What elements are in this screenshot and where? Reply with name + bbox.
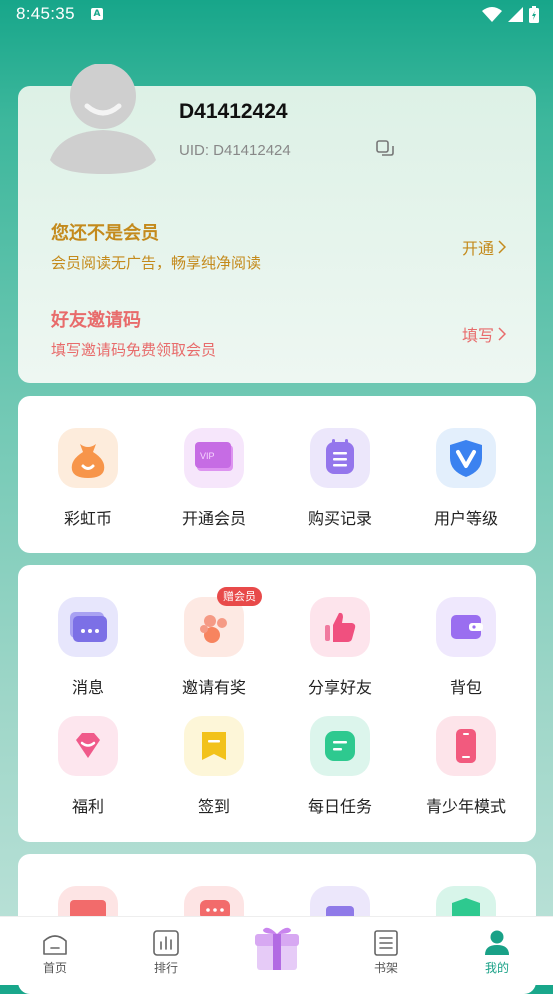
grid-label: 签到	[197, 797, 230, 816]
grid-label: 每日任务	[307, 797, 372, 816]
grid-item-teen-mode[interactable]: 青少年模式	[403, 716, 529, 817]
grid-label: 分享好友	[307, 678, 372, 697]
gift-vip-badge: 赠会员	[217, 587, 262, 606]
thumbs-up-icon	[310, 597, 370, 657]
nav-item-mine[interactable]: 我的	[442, 917, 552, 976]
grid-label: 彩虹币	[63, 509, 112, 528]
shield-v-icon	[436, 428, 496, 488]
grid-item-daily-task[interactable]: 每日任务	[277, 716, 403, 817]
grid-item-invite-reward[interactable]: 邀请有奖	[151, 597, 277, 698]
fill-invite-code-link[interactable]: 填写	[462, 322, 506, 346]
nav-item-ranking[interactable]: 排行	[111, 917, 221, 976]
grid-item-backpack[interactable]: 背包	[403, 597, 529, 698]
status-time: 8:45:35	[16, 4, 75, 23]
copy-icon[interactable]	[376, 140, 394, 158]
grid-label: 邀请有奖	[181, 678, 246, 697]
nav-label: 排行	[153, 961, 178, 975]
fill-invite-label: 填写	[461, 326, 494, 345]
profile-card: D41412424 UID: D41412424 您还不是会员 会员阅读无广告，…	[18, 64, 536, 383]
grid-label: 福利	[71, 797, 104, 816]
grid-label: 青少年模式	[425, 797, 506, 816]
nav-label: 首页	[42, 961, 67, 975]
nav-label: 我的	[484, 961, 509, 975]
ranking-icon	[153, 930, 179, 956]
svg-text:VIP: VIP	[200, 451, 215, 461]
nav-label: 书架	[373, 961, 398, 975]
nav-item-bookshelf[interactable]: 书架	[331, 917, 441, 976]
status-bar: 8:45:35 A	[0, 0, 553, 30]
chevron-right-icon	[498, 240, 506, 254]
grid-label: 用户等级	[433, 509, 498, 528]
chevron-right-icon	[498, 327, 506, 341]
message-icon	[58, 597, 118, 657]
home-icon	[43, 935, 67, 955]
signal-icon	[508, 7, 523, 22]
grid-item-messages[interactable]: 消息	[25, 597, 151, 698]
grid-label: 背包	[449, 678, 482, 697]
grid-item-share-friends[interactable]: 分享好友	[277, 597, 403, 698]
profile-icon	[485, 930, 509, 955]
bookmark-icon	[184, 716, 244, 776]
invite-reward-icon	[184, 597, 244, 657]
gem-icon	[58, 716, 118, 776]
wallet-card: 彩虹币 VIP 开通会员 购买记录 用户等级	[18, 396, 536, 553]
vip-subtitle: 会员阅读无广告，畅享纯净阅读	[51, 254, 262, 272]
grid-label: 开通会员	[181, 509, 246, 528]
grid-item-check-in[interactable]: 签到	[151, 716, 277, 817]
uid-text: UID: D41412424	[179, 142, 291, 159]
nav-item-home[interactable]: 首页	[0, 917, 110, 976]
grid-item-purchase-record[interactable]: 购买记录	[277, 428, 403, 529]
battery-icon	[529, 6, 539, 23]
grid-item-welfare[interactable]: 福利	[25, 716, 151, 817]
grid-item-rainbow-coin[interactable]: 彩虹币	[25, 428, 151, 529]
open-vip-label: 开通	[461, 239, 494, 258]
username: D41412424	[179, 100, 288, 123]
vip-card-icon: VIP	[184, 428, 244, 488]
grid-item-open-vip[interactable]: VIP 开通会员	[151, 428, 277, 529]
purchase-record-icon	[310, 428, 370, 488]
gift-icon[interactable]	[253, 924, 301, 972]
avatar[interactable]	[50, 64, 156, 174]
grid-label: 消息	[71, 678, 104, 697]
invite-code-title: 好友邀请码	[51, 310, 141, 331]
wallet-icon	[436, 597, 496, 657]
status-icons	[482, 6, 539, 23]
grid-item-user-level[interactable]: 用户等级	[403, 428, 529, 529]
grid-label: 购买记录	[307, 509, 372, 528]
daily-task-icon	[310, 716, 370, 776]
bookshelf-icon	[374, 930, 398, 956]
money-bag-icon	[58, 428, 118, 488]
wifi-icon	[482, 6, 502, 22]
features-card: 消息 邀请有奖 分享好友 背包 赠会员 福利 签到 每日任务 青少年模式	[18, 565, 536, 842]
invite-code-subtitle: 填写邀请码免费领取会员	[51, 341, 217, 359]
phone-icon	[436, 716, 496, 776]
vip-title: 您还不是会员	[51, 223, 159, 244]
open-vip-link[interactable]: 开通	[462, 235, 506, 259]
notification-icon: A	[91, 8, 103, 20]
